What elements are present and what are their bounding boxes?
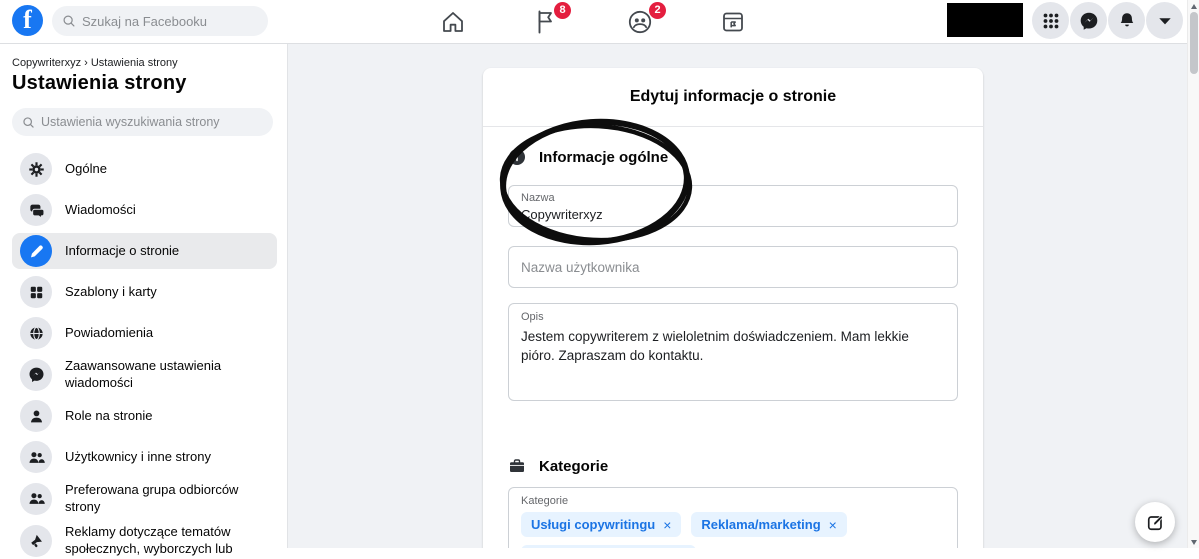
name-input[interactable] — [521, 207, 945, 222]
globe-icon — [20, 317, 52, 349]
pencil-icon — [20, 235, 52, 267]
scroll-down-icon[interactable] — [1188, 536, 1199, 548]
settings-sidebar: Copywriterxyz › Ustawienia strony Ustawi… — [0, 44, 287, 548]
name-field[interactable]: Nazwa — [508, 185, 958, 227]
breadcrumb[interactable]: Copywriterxyz › Ustawienia strony — [12, 57, 281, 69]
edit-icon — [1146, 513, 1165, 532]
global-search[interactable] — [52, 6, 268, 36]
redacted-profile-area — [947, 3, 1023, 37]
chat-icon — [20, 194, 52, 226]
categories-field-label: Kategorie — [521, 495, 945, 507]
notifications-button[interactable] — [1108, 2, 1145, 39]
name-field-label: Nazwa — [521, 192, 945, 204]
home-tab[interactable] — [439, 8, 467, 36]
info-icon — [508, 148, 526, 166]
card-title: Edytuj informacje o stronie — [630, 88, 836, 106]
pages-manager-tab[interactable] — [719, 8, 747, 36]
chevron-down-icon — [1155, 11, 1175, 31]
apps-grid-icon — [1041, 11, 1061, 31]
category-tag-label: Usługi copywritingu — [531, 517, 655, 532]
username-field[interactable] — [508, 246, 958, 288]
apps-menu-button[interactable] — [1032, 2, 1069, 39]
page-scrollbar[interactable] — [1187, 0, 1199, 548]
person-icon — [20, 400, 52, 432]
top-navbar: f 8 2 — [0, 0, 1187, 44]
description-field-label: Opis — [521, 311, 945, 323]
edit-page-info-card: Edytuj informacje o stronie Informacje o… — [483, 68, 983, 548]
megaphone-icon — [20, 525, 52, 557]
briefcase-icon — [508, 457, 526, 475]
settings-search[interactable] — [12, 108, 273, 136]
main-content: Edytuj informacje o stronie Informacje o… — [287, 44, 1187, 548]
people-icon — [20, 483, 52, 515]
settings-menu: Ogólne Wiadomości Informacje o stronie S… — [12, 151, 281, 559]
home-icon — [439, 8, 467, 36]
account-menu-button[interactable] — [1146, 2, 1183, 39]
section-title-general: Informacje ogólne — [539, 149, 668, 166]
remove-tag-icon[interactable]: × — [663, 517, 671, 533]
sidebar-item-messages[interactable]: Wiadomości — [12, 192, 277, 228]
compose-button[interactable] — [1135, 502, 1175, 542]
groups-tab[interactable]: 2 — [626, 8, 654, 36]
card-header: Edytuj informacje o stronie — [483, 68, 983, 127]
bell-icon — [1117, 11, 1137, 31]
global-search-input[interactable] — [82, 14, 258, 29]
category-tag[interactable]: Usługi copywritingu × — [521, 512, 681, 537]
sidebar-item-page-info[interactable]: Informacje o stronie — [12, 233, 277, 269]
gear-icon — [20, 153, 52, 185]
sidebar-item-issue-ads[interactable]: Reklamy dotyczące tematów społecznych, w… — [12, 522, 277, 559]
grid-icon — [20, 276, 52, 308]
messenger-button[interactable] — [1070, 2, 1107, 39]
sidebar-item-advanced-messaging[interactable]: Zaawansowane ustawienia wiadomości — [12, 356, 277, 393]
category-tag[interactable]: Reklama/marketing × — [691, 512, 846, 537]
search-icon — [62, 14, 76, 28]
sidebar-item-preferred-audience[interactable]: Preferowana grupa odbiorców strony — [12, 480, 277, 517]
messenger-icon — [1079, 11, 1099, 31]
scrollbar-thumb[interactable] — [1190, 12, 1198, 74]
sidebar-item-people-pages[interactable]: Użytkownicy i inne strony — [12, 439, 277, 475]
username-input[interactable] — [521, 260, 945, 275]
description-field[interactable]: Opis Jestem copywriterem z wieloletnim d… — [508, 303, 958, 401]
groups-notification-badge: 2 — [649, 2, 666, 19]
sidebar-item-general[interactable]: Ogólne — [12, 151, 277, 187]
sidebar-item-templates[interactable]: Szablony i karty — [12, 274, 277, 310]
search-icon — [22, 116, 35, 129]
category-tag-label: Reklama/marketing — [701, 517, 820, 532]
settings-search-input[interactable] — [41, 115, 263, 129]
categories-field[interactable]: Kategorie Usługi copywritingu × Reklama/… — [508, 487, 958, 548]
section-title-categories: Kategorie — [539, 458, 608, 475]
pages-tab[interactable]: 8 — [531, 8, 559, 36]
general-info-section-header: Informacje ogólne — [508, 147, 958, 167]
categories-section-header: Kategorie — [508, 456, 958, 476]
remove-tag-icon[interactable]: × — [829, 517, 837, 533]
page-title: Ustawienia strony — [12, 72, 281, 95]
scroll-up-icon[interactable] — [1188, 0, 1199, 12]
description-text[interactable]: Jestem copywriterem z wieloletnim doświa… — [521, 327, 931, 365]
sidebar-item-notifications[interactable]: Powiadomienia — [12, 315, 277, 351]
pages-notification-badge: 8 — [554, 2, 571, 19]
people-icon — [20, 441, 52, 473]
sidebar-item-page-roles[interactable]: Role na stronie — [12, 398, 277, 434]
facebook-logo[interactable]: f — [12, 5, 43, 36]
storefront-icon — [719, 8, 747, 36]
messenger-icon — [20, 359, 52, 391]
